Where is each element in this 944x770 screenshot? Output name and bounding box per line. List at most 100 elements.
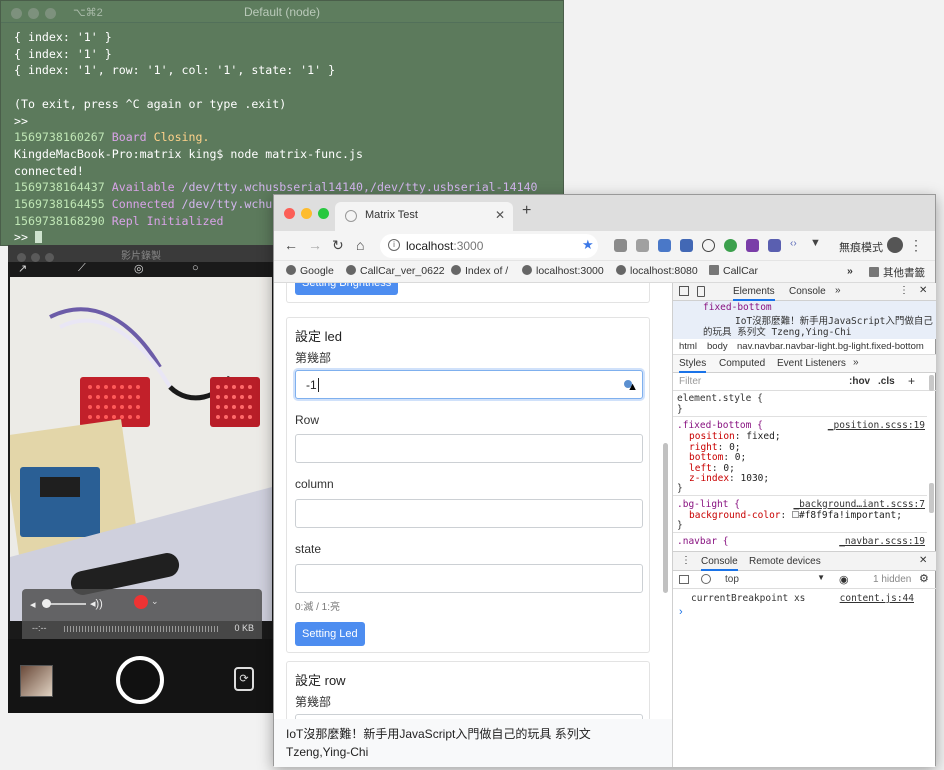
- bookmark-star-icon[interactable]: ★: [582, 237, 594, 253]
- bookmark-index[interactable]: Index of /: [451, 265, 508, 277]
- rule-selector[interactable]: .fixed-bottom {: [677, 420, 763, 431]
- styles-scrollbar[interactable]: [929, 375, 934, 391]
- bookmark-google[interactable]: Google: [286, 265, 334, 277]
- chevron-down-icon[interactable]: ⌄: [151, 596, 159, 607]
- context-selector[interactable]: top ▼: [721, 573, 827, 586]
- tab-computed[interactable]: Computed: [719, 358, 765, 369]
- breadcrumb-item[interactable]: body: [707, 341, 728, 352]
- volume-slider[interactable]: [42, 599, 86, 608]
- info-icon[interactable]: i: [388, 239, 400, 251]
- device-toolbar-icon[interactable]: [697, 286, 705, 297]
- volume-slider-knob[interactable]: [42, 599, 51, 608]
- forward-icon[interactable]: →: [308, 237, 322, 253]
- rule-selector[interactable]: .navbar {: [677, 536, 728, 547]
- code-icon[interactable]: ‹›: [790, 238, 803, 251]
- more-tabs-icon[interactable]: »: [835, 285, 841, 296]
- tab-elements[interactable]: Elements: [733, 286, 775, 301]
- sidebar-toggle-icon[interactable]: [679, 575, 689, 584]
- translate-icon[interactable]: [658, 239, 671, 252]
- tab-event-listeners[interactable]: Event Listeners: [777, 358, 846, 369]
- incognito-icon[interactable]: [887, 237, 903, 253]
- close-tab-icon[interactable]: ✕: [495, 208, 505, 222]
- react-icon[interactable]: [702, 239, 715, 252]
- close-dot-icon[interactable]: [284, 208, 295, 219]
- css-declaration[interactable]: position: fixed;: [689, 431, 781, 442]
- css-declaration[interactable]: left: 0;: [689, 463, 735, 474]
- thumbnail[interactable]: [20, 665, 53, 697]
- reload-icon[interactable]: ↻: [332, 237, 344, 254]
- drawer-tab-remote-devices[interactable]: Remote devices: [749, 556, 821, 567]
- drawer-tab-console[interactable]: Console: [701, 556, 738, 571]
- extension-icon[interactable]: [614, 239, 627, 252]
- styles-scrollbar-lower[interactable]: [929, 483, 934, 513]
- other-bookmarks[interactable]: 其他書籤: [869, 265, 925, 280]
- bookmark-localhost-8080[interactable]: localhost:8080: [616, 265, 698, 277]
- tab-styles[interactable]: Styles: [679, 358, 707, 373]
- tab-console[interactable]: Console: [789, 286, 826, 297]
- css-declaration[interactable]: background-color: #f8f9fa!important;: [689, 510, 902, 521]
- switch-camera-icon[interactable]: ⟳: [234, 667, 254, 691]
- close-drawer-icon[interactable]: ✕: [919, 555, 927, 566]
- cls-toggle[interactable]: .cls: [878, 376, 895, 387]
- address-bar[interactable]: i localhost:3000: [380, 234, 598, 258]
- console-settings-icon[interactable]: ⚙: [919, 572, 929, 585]
- new-rule-icon[interactable]: +: [908, 374, 915, 388]
- css-declaration[interactable]: z-index: 1030;: [689, 473, 769, 484]
- dom-node[interactable]: fixed-bottom: [703, 302, 772, 313]
- bookmarks-more-icon[interactable]: »: [847, 265, 853, 277]
- breadcrumb-item[interactable]: html: [679, 341, 697, 352]
- bookmark-localhost-3000[interactable]: localhost:3000: [522, 265, 604, 277]
- vue-icon[interactable]: ▼: [810, 237, 823, 250]
- new-tab-icon[interactable]: +: [522, 202, 531, 220]
- minimize-dot-icon[interactable]: [301, 208, 312, 219]
- extension-icon[interactable]: [636, 239, 649, 252]
- devtools-menu-icon[interactable]: ⋮: [899, 285, 909, 296]
- incognito-label[interactable]: 無痕模式: [839, 239, 883, 255]
- zoom-dot-icon[interactable]: [318, 208, 329, 219]
- color-swatch-icon[interactable]: [791, 511, 799, 518]
- styles-filter-input[interactable]: Filter: [679, 376, 701, 387]
- state-input[interactable]: [295, 564, 643, 593]
- column-input[interactable]: [295, 499, 643, 528]
- record-source-button[interactable]: [134, 595, 148, 609]
- live-icon[interactable]: ◎: [134, 262, 144, 275]
- rule-source-link[interactable]: _background…iant.scss:7: [793, 499, 925, 510]
- menu-icon[interactable]: ⋮: [909, 237, 923, 254]
- rule-source-link[interactable]: _position.scss:19: [828, 420, 925, 431]
- setting-led-button[interactable]: Setting Led: [295, 622, 365, 646]
- eye-icon[interactable]: ◉: [839, 573, 849, 586]
- extension-icon[interactable]: [680, 239, 693, 252]
- console-source-link[interactable]: content.js:44: [840, 593, 914, 604]
- more-tabs-icon[interactable]: »: [853, 357, 859, 368]
- bookmark-callcar-ver[interactable]: CallCar_ver_0622: [346, 265, 445, 277]
- shutter-button[interactable]: [116, 656, 164, 704]
- element-style-rule[interactable]: element.style {: [677, 393, 763, 404]
- bookmark-callcar[interactable]: CallCar: [709, 265, 758, 277]
- tab-matrix-test[interactable]: Matrix Test ✕: [335, 202, 513, 231]
- console-output[interactable]: currentBreakpoint xs content.js:44 ›: [673, 589, 936, 767]
- timer-icon[interactable]: ○: [192, 262, 199, 274]
- row-input[interactable]: [295, 434, 643, 463]
- which-input[interactable]: -1 ▲: [295, 370, 643, 399]
- rule-source-link[interactable]: _navbar.scss:19: [839, 536, 925, 547]
- home-icon[interactable]: ⌂: [356, 237, 364, 253]
- extension-icon[interactable]: [768, 239, 781, 252]
- clear-console-icon[interactable]: [701, 574, 711, 584]
- back-icon[interactable]: ←: [284, 237, 298, 253]
- window-controls[interactable]: [284, 206, 335, 224]
- css-declaration[interactable]: bottom: 0;: [689, 452, 746, 463]
- close-devtools-icon[interactable]: ✕: [919, 285, 927, 296]
- breadcrumb-item[interactable]: nav.navbar.navbar-light.bg-light.fixed-b…: [737, 341, 924, 352]
- page-scrollbar[interactable]: [663, 443, 668, 593]
- css-declaration[interactable]: right: 0;: [689, 442, 741, 453]
- rule-selector[interactable]: .bg-light {: [677, 499, 740, 510]
- flash-icon[interactable]: ↗: [18, 262, 27, 275]
- inspect-icon[interactable]: [679, 286, 689, 296]
- setting-brightness-button[interactable]: Setting Brightness: [295, 283, 399, 295]
- drawer-menu-icon[interactable]: ⋮: [681, 555, 691, 566]
- hov-toggle[interactable]: :hov: [849, 376, 870, 387]
- flip-icon[interactable]: ⟋: [78, 262, 86, 275]
- console-prompt-icon[interactable]: ›: [679, 606, 683, 618]
- extension-icon[interactable]: [746, 239, 759, 252]
- extension-icon[interactable]: [724, 239, 737, 252]
